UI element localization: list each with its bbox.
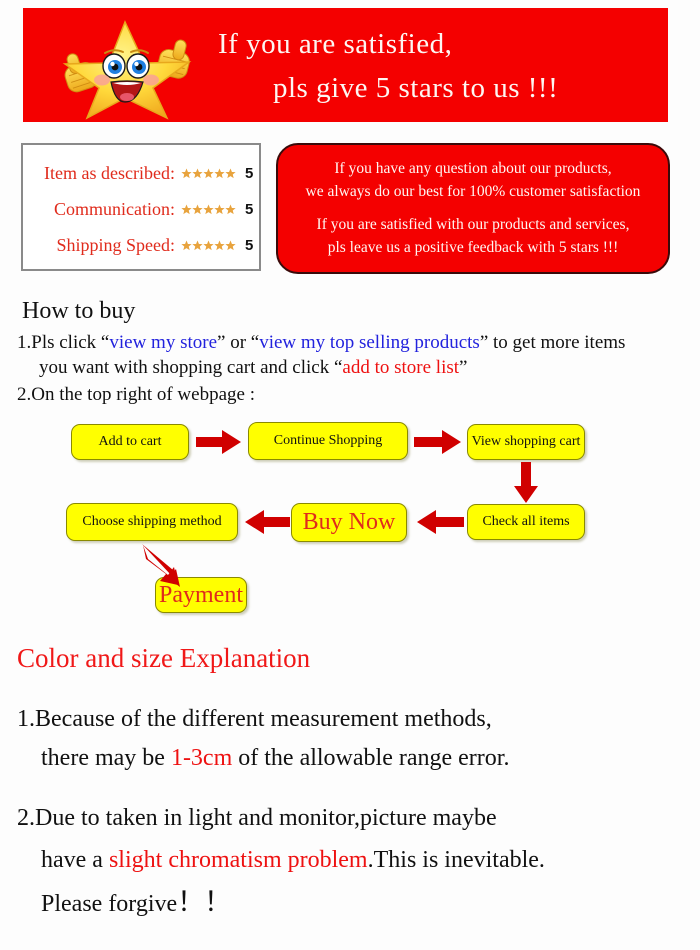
star-icon [225,204,236,214]
rating-score: 5 [245,200,254,218]
five-star-icon-group [181,168,239,179]
customer-service-message-box: If you have any question about our produ… [276,143,670,274]
chromatism-phrase: slight chromatism problem [108,847,368,873]
view-top-selling-products-link[interactable]: view my top selling products [259,332,480,353]
star-icon [203,240,214,250]
flow-box-choose-shipping-method[interactable]: Choose shipping method [66,503,238,541]
rating-label-communication: Communication: [54,198,175,219]
cs2-line3-text: Please forgive [41,891,178,917]
add-to-store-list-link[interactable]: add to store list [342,357,459,378]
flow-box-label: View shopping cart [471,434,581,449]
rating-label-shipping-speed: Shipping Speed: [56,234,175,255]
cs1-line2-pre: there may be [41,745,171,771]
arrow-left-icon [417,510,464,534]
star-icon [203,168,214,178]
flow-box-continue-shopping[interactable]: Continue Shopping [248,422,408,460]
cs2-line3: Please forgive！！ [17,881,697,925]
flow-box-add-to-cart[interactable]: Add to cart [71,424,189,460]
flow-box-buy-now[interactable]: Buy Now [291,503,407,542]
star-icon [181,168,192,178]
flow-box-check-all-items[interactable]: Check all items [467,504,585,540]
arrow-right-icon [196,430,241,454]
step1-line2: you want with shopping cart and click “a… [17,355,687,380]
rating-label-item-as-described: Item as described: [44,162,175,183]
step1-text-part2: ” or “ [217,332,260,353]
rating-row: Communication: 5 [23,194,263,224]
how-to-buy-heading: How to buy [22,298,136,324]
message-line-3: If you are satisfied with our products a… [316,216,630,233]
step1-line2-part2: ” [459,357,468,378]
cs1-line2: there may be 1-3cm of the allowable rang… [17,739,697,778]
color-size-item-2: 2.Due to taken in light and monitor,pict… [17,797,697,925]
satisfaction-banner: If you are satisfied, pls give 5 stars t… [23,8,668,122]
banner-line-1: If you are satisfied, [218,28,453,60]
color-size-item-1: 1.Because of the different measurement m… [17,700,697,778]
rating-row: Item as described: 5 [23,158,263,188]
flow-box-label: Choose shipping method [82,514,222,529]
star-icon [225,240,236,250]
step1-text-part1: 1.Pls click “ [17,332,110,353]
star-icon [181,240,192,250]
banner-text-block: If you are satisfied, pls give 5 stars t… [218,22,668,110]
five-star-icon-group [181,204,239,215]
flow-box-label: Check all items [482,514,570,529]
star-icon [181,204,192,214]
thumbs-up-star-mascot-icon [62,20,192,120]
step1-text-part3: ” to get more items [479,332,626,353]
flow-box-label: Add to cart [98,434,162,449]
flow-box-label: Buy Now [302,509,396,535]
message-line-1: If you have any question about our produ… [334,160,612,177]
message-line-4: pls leave us a positive feedback with 5 … [327,239,619,256]
promo-page: If you are satisfied, pls give 5 stars t… [0,0,700,950]
arrow-down-icon [514,462,538,503]
how-to-buy-step-1: 1.Pls click “view my store” or “view my … [17,330,687,380]
message-line-2: we always do our best for 100% customer … [305,183,641,200]
cs1-line2-post: of the allowable range error. [232,745,510,771]
cs1-line1: 1.Because of the different measurement m… [17,706,492,732]
star-icon [214,204,225,214]
cs2-line3-exclamations: ！！ [177,887,232,917]
how-to-buy-step-2: 2.On the top right of webpage : [17,384,255,405]
arrow-right-icon [414,430,461,454]
ratings-summary-box: Item as described: 5 Communication: 5 Sh… [21,143,261,271]
banner-line-2: pls give 5 stars to us !!! [273,72,559,104]
star-icon [225,168,236,178]
star-icon [192,168,203,178]
view-my-store-link[interactable]: view my store [109,332,217,353]
cs2-line1: 2.Due to taken in light and monitor,pict… [17,805,497,831]
rating-row: Shipping Speed: 5 [23,230,263,260]
step1-line2-part1: you want with shopping cart and click “ [39,357,343,378]
arrow-left-icon [245,510,290,534]
star-icon [214,168,225,178]
color-size-heading: Color and size Explanation [17,643,311,673]
cs2-line2-post: .This is inevitable. [367,847,545,873]
star-icon [192,204,203,214]
cs2-line2: have a slight chromatism problem.This is… [17,839,697,881]
cs2-line2-pre: have a [41,847,109,873]
flow-box-label: Continue Shopping [273,433,383,448]
five-star-icon-group [181,240,239,251]
rating-score: 5 [245,164,254,182]
tolerance-value: 1-3cm [170,745,233,771]
star-icon [203,204,214,214]
star-icon [214,240,225,250]
arrow-diagonal-down-right-icon [142,544,180,587]
flow-box-view-shopping-cart[interactable]: View shopping cart [467,424,585,460]
star-icon [192,240,203,250]
rating-score: 5 [245,236,254,254]
